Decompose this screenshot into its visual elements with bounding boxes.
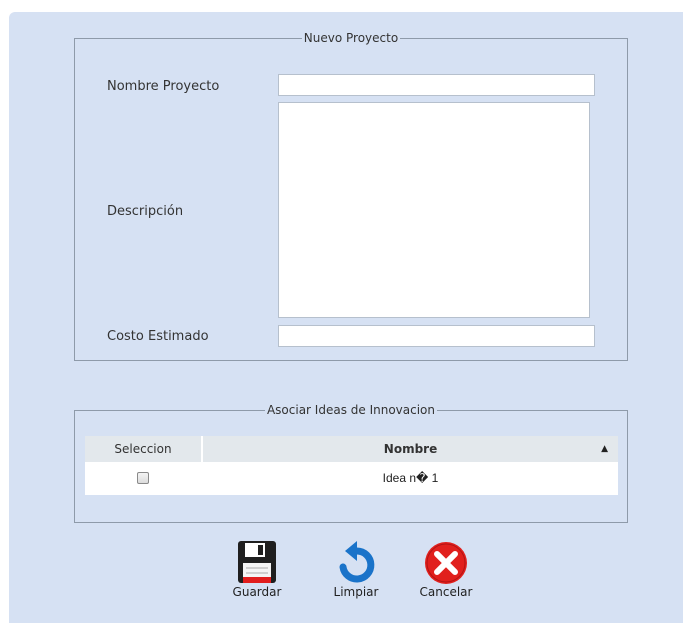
guardar-button[interactable]: Guardar: [217, 541, 297, 599]
cancelar-label: Cancelar: [419, 585, 473, 599]
ideas-table: Seleccion Nombre ▲ Idea n� 1: [85, 436, 618, 495]
column-header-nombre-label: Nombre: [383, 442, 438, 456]
guardar-label: Guardar: [232, 585, 282, 599]
column-header-seleccion: Seleccion: [85, 436, 201, 462]
limpiar-label: Limpiar: [333, 585, 379, 599]
nuevo-proyecto-legend: Nuevo Proyecto: [303, 31, 399, 45]
nombre-proyecto-label: Nombre Proyecto: [107, 79, 220, 94]
row-select-checkbox[interactable]: [137, 472, 149, 484]
refresh-icon: [333, 541, 379, 585]
costo-estimado-label: Costo Estimado: [107, 329, 209, 344]
cancelar-button[interactable]: Cancelar: [406, 541, 486, 599]
nombre-proyecto-input[interactable]: [278, 74, 595, 96]
table-row: Idea n� 1: [85, 462, 618, 495]
asociar-ideas-legend: Asociar Ideas de Innovacion: [266, 403, 436, 417]
floppy-disk-icon: [234, 541, 280, 585]
costo-estimado-input[interactable]: [278, 325, 595, 347]
limpiar-button[interactable]: Limpiar: [316, 541, 396, 599]
column-header-nombre[interactable]: Nombre ▲: [203, 436, 618, 462]
descripcion-textarea[interactable]: [278, 102, 590, 318]
descripcion-label: Descripción: [107, 204, 184, 219]
sort-icon[interactable]: ▲: [601, 436, 608, 462]
row-nombre-cell: Idea n� 1: [382, 471, 439, 485]
cancel-x-icon: [423, 541, 469, 585]
